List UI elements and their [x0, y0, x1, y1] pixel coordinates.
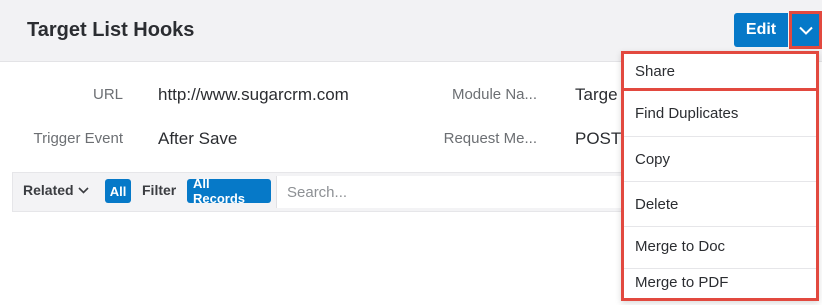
page-title: Target List Hooks [27, 19, 195, 41]
menu-item-merge-to-pdf[interactable]: Merge to PDF [624, 267, 816, 298]
filter-label: Filter [142, 182, 177, 198]
filter-all-records-pill[interactable]: All Records [187, 176, 271, 206]
field-label-request-method: Request Me... [443, 130, 537, 147]
menu-item-copy[interactable]: Copy [624, 137, 816, 181]
actions-dropdown-menu: Share Find Duplicates Copy Delete Merge … [621, 51, 819, 301]
field-value-trigger-event[interactable]: After Save [158, 129, 237, 149]
field-label-trigger-event: Trigger Event [33, 130, 123, 147]
field-value-request-method[interactable]: POST [575, 129, 621, 149]
field-label-module-name: Module Na... [451, 86, 537, 103]
field-value-url[interactable]: http://www.sugarcrm.com [158, 85, 349, 105]
field-label-url: URL [92, 86, 123, 103]
chevron-down-icon [78, 186, 89, 194]
menu-item-delete[interactable]: Delete [624, 182, 816, 226]
chevron-down-icon [798, 26, 813, 35]
actions-dropdown-button[interactable] [789, 11, 822, 49]
menu-item-share[interactable]: Share [624, 54, 816, 88]
related-label: Related [23, 182, 74, 198]
related-dropdown[interactable]: Related [23, 182, 89, 198]
related-all-pill[interactable]: All [105, 179, 131, 203]
field-value-module-name[interactable]: Targe [575, 85, 618, 105]
search-input[interactable] [276, 176, 624, 208]
menu-item-merge-to-doc[interactable]: Merge to Doc [624, 224, 816, 268]
subpanel-filter-bar: Related All Filter All Records [12, 172, 624, 212]
menu-item-find-duplicates[interactable]: Find Duplicates [624, 91, 816, 135]
edit-button[interactable]: Edit [734, 13, 788, 47]
